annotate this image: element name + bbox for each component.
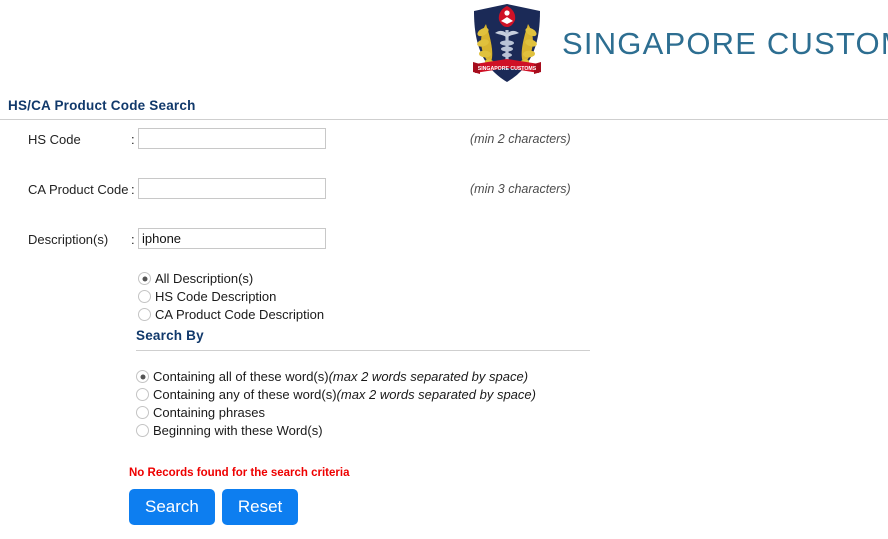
hs-code-hint: (min 2 characters) xyxy=(470,132,571,146)
search-by-options-group: Containing all of these word(s) (max 2 w… xyxy=(136,368,536,440)
radio-all-descriptions-label: All Description(s) xyxy=(155,271,254,286)
radio-containing-all-icon[interactable] xyxy=(136,370,149,383)
no-records-message: No Records found for the search criteria xyxy=(129,467,350,479)
radio-all-descriptions-icon[interactable] xyxy=(138,272,151,285)
radio-containing-any-label: Containing any of these word(s) xyxy=(153,387,337,402)
radio-hs-code-description-label: HS Code Description xyxy=(155,289,277,304)
page-title: HS/CA Product Code Search xyxy=(8,98,196,113)
hs-code-input[interactable] xyxy=(138,128,326,149)
brand-name: SINGAPORE CUSTOMS xyxy=(562,25,888,61)
radio-row-all-descriptions[interactable]: All Description(s) xyxy=(138,270,324,288)
radio-row-ca-product-code-description[interactable]: CA Product Code Description xyxy=(138,306,324,324)
brand-lockup: SINGAPORE CUSTOMS SINGAPORE CUSTOMS xyxy=(468,2,888,84)
search-button[interactable]: Search xyxy=(129,489,215,525)
reset-button[interactable]: Reset xyxy=(221,489,299,525)
radio-beginning-with-icon[interactable] xyxy=(136,424,149,437)
radio-ca-product-code-description-label: CA Product Code Description xyxy=(155,307,325,322)
description-colon: : xyxy=(131,232,135,247)
field-row-description: Description(s) : xyxy=(0,228,888,278)
title-divider xyxy=(0,119,888,120)
crest-banner-text: SINGAPORE CUSTOMS xyxy=(478,66,537,72)
singapore-customs-crest-icon: SINGAPORE CUSTOMS xyxy=(473,4,541,82)
radio-row-beginning-with[interactable]: Beginning with these Word(s) xyxy=(136,422,536,440)
radio-containing-all-label: Containing all of these word(s) xyxy=(153,369,329,384)
radio-row-containing-phrases[interactable]: Containing phrases xyxy=(136,404,536,422)
ca-product-code-colon: : xyxy=(131,182,135,197)
page-header: SINGAPORE CUSTOMS SINGAPORE CUSTOMS xyxy=(0,0,888,92)
form-actions: Search Reset xyxy=(129,489,299,525)
page-title-block: HS/CA Product Code Search xyxy=(0,98,888,120)
radio-beginning-with-label: Beginning with these Word(s) xyxy=(153,423,323,438)
radio-row-containing-any[interactable]: Containing any of these word(s) (max 2 w… xyxy=(136,386,536,404)
radio-hs-code-description-icon[interactable] xyxy=(138,290,151,303)
hs-code-label: HS Code xyxy=(28,132,81,147)
ca-product-code-label: CA Product Code xyxy=(28,182,129,197)
ca-product-code-hint: (min 3 characters) xyxy=(470,182,571,196)
description-input[interactable] xyxy=(138,228,326,249)
radio-containing-phrases-label: Containing phrases xyxy=(153,405,266,420)
radio-row-containing-all[interactable]: Containing all of these word(s) (max 2 w… xyxy=(136,368,536,386)
radio-containing-phrases-icon[interactable] xyxy=(136,406,149,419)
radio-containing-all-hint: (max 2 words separated by space) xyxy=(328,369,529,384)
search-by-section: Search By Containing all of these word(s… xyxy=(136,328,590,438)
radio-ca-product-code-description-icon[interactable] xyxy=(138,308,151,321)
description-label: Description(s) xyxy=(28,232,109,247)
ca-product-code-input[interactable] xyxy=(138,178,326,199)
field-row-ca-product-code: CA Product Code : (min 3 characters) xyxy=(0,178,888,228)
radio-containing-any-icon[interactable] xyxy=(136,388,149,401)
field-row-hs-code: HS Code : (min 2 characters) xyxy=(0,128,888,178)
radio-row-hs-code-description[interactable]: HS Code Description xyxy=(138,288,324,306)
search-by-title: Search By xyxy=(136,328,204,343)
radio-containing-any-hint: (max 2 words separated by space) xyxy=(336,387,536,402)
search-by-divider xyxy=(136,350,590,351)
description-scope-group: All Description(s) HS Code Description C… xyxy=(138,270,324,324)
search-form: HS Code : (min 2 characters) CA Product … xyxy=(0,128,888,322)
hs-code-colon: : xyxy=(131,132,135,147)
